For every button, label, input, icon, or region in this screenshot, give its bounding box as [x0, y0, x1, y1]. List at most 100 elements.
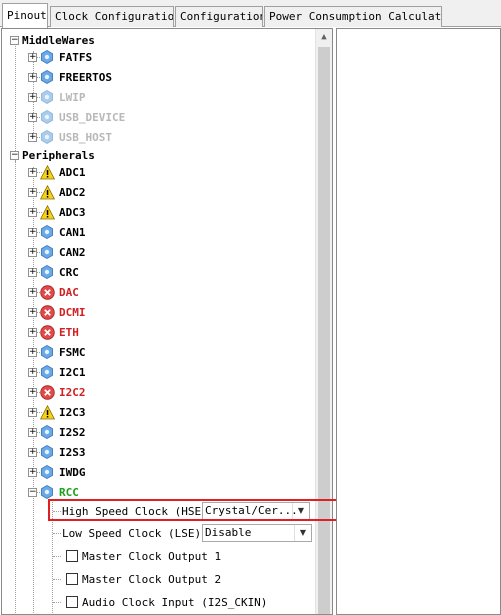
gear-icon — [40, 69, 55, 85]
scroll-up-icon[interactable]: ▲ — [316, 29, 332, 46]
tree-item-usb-host[interactable]: + USB_HOST — [28, 127, 112, 147]
mco2-label: Master Clock Output 2 — [82, 572, 222, 586]
gear-icon — [40, 244, 55, 260]
expand-icon[interactable]: + — [28, 347, 37, 357]
error-icon — [40, 284, 55, 300]
tree-item-label: I2C3 — [59, 405, 86, 419]
gear-icon — [40, 464, 55, 480]
tree-item-i2c3[interactable]: + I2C3 — [28, 402, 86, 422]
expand-icon[interactable]: + — [28, 207, 37, 217]
expand-icon[interactable]: + — [28, 132, 37, 142]
tree-item-label: ADC1 — [59, 165, 86, 179]
error-icon — [40, 304, 55, 320]
mco2-checkbox[interactable] — [66, 573, 78, 585]
collapse-icon[interactable]: − — [10, 150, 19, 160]
expand-icon[interactable]: + — [28, 427, 37, 437]
tree-item-freertos[interactable]: + FREERTOS — [28, 67, 112, 87]
tree-item-label: I2C1 — [59, 365, 86, 379]
tree-item-label: USB_DEVICE — [59, 110, 126, 124]
component-tree[interactable]: − MiddleWares − Peripherals High Speed C… — [1, 28, 333, 615]
tree-item-label: FATFS — [59, 50, 93, 64]
tree-item-dcmi[interactable]: + DCMI — [28, 302, 86, 322]
i2s-ckin-label: Audio Clock Input (I2S_CKIN) — [82, 595, 268, 609]
mco1-label: Master Clock Output 1 — [82, 549, 222, 563]
tree-item-eth[interactable]: + ETH — [28, 322, 79, 342]
scrollbar-thumb[interactable] — [318, 47, 330, 614]
tree-item-i2s2[interactable]: + I2S2 — [28, 422, 86, 442]
tree-item-lwip[interactable]: + LWIP — [28, 87, 86, 107]
tree-item-label: CRC — [59, 265, 79, 279]
tree-item-label: CAN1 — [59, 225, 86, 239]
expand-icon[interactable]: + — [28, 227, 37, 237]
tree-item-i2c1[interactable]: + I2C1 — [28, 362, 86, 382]
tab-power-consumption-calculator[interactable]: Power Consumption Calculator — [264, 6, 442, 27]
tree-item-can1[interactable]: + CAN1 — [28, 222, 86, 242]
expand-icon[interactable]: + — [28, 92, 37, 102]
middlewares-label: MiddleWares — [22, 33, 95, 47]
expand-icon[interactable]: + — [28, 327, 37, 337]
chevron-down-icon[interactable]: ▼ — [294, 525, 311, 541]
expand-icon[interactable]: + — [28, 72, 37, 82]
expand-icon[interactable]: + — [28, 167, 37, 177]
tree-item-label: I2C2 — [59, 385, 86, 399]
gear-icon — [40, 444, 55, 460]
peripherals-label: Peripherals — [22, 148, 95, 162]
tab-bar: Pinout Clock Configuration Configuration… — [0, 0, 501, 28]
expand-icon[interactable]: + — [28, 407, 37, 417]
gear-icon — [40, 364, 55, 380]
expand-icon[interactable]: + — [28, 52, 37, 62]
tab-clock-configuration[interactable]: Clock Configuration — [50, 6, 174, 27]
gear-icon — [40, 129, 55, 145]
tab-configuration[interactable]: Configuration — [175, 6, 263, 27]
tree-item-i2c2[interactable]: + I2C2 — [28, 382, 86, 402]
expand-icon[interactable]: + — [28, 467, 37, 477]
lse-select[interactable]: Disable ▼ — [202, 524, 312, 542]
tree-item-label: FREERTOS — [59, 70, 112, 84]
tree-item-label: ADC3 — [59, 205, 86, 219]
tree-item-i2s3[interactable]: + I2S3 — [28, 442, 86, 462]
tree-item-label: ETH — [59, 325, 79, 339]
tree-item-fatfs[interactable]: + FATFS — [28, 47, 92, 67]
tree-item-label: RCC — [59, 485, 79, 499]
hse-highlight-box — [48, 499, 379, 521]
tree-item-dac[interactable]: + DAC — [28, 282, 79, 302]
gear-icon — [40, 49, 55, 65]
lse-value: Disable — [205, 526, 252, 539]
tree-item-can2[interactable]: + CAN2 — [28, 242, 86, 262]
mco1-row[interactable]: Master Clock Output 1 — [66, 545, 221, 567]
error-icon — [40, 324, 55, 340]
expand-icon[interactable]: + — [28, 247, 37, 257]
expand-icon[interactable]: + — [28, 307, 37, 317]
tree-item-usb-device[interactable]: + USB_DEVICE — [28, 107, 125, 127]
i2s-ckin-checkbox[interactable] — [66, 596, 78, 608]
tree-item-adc3[interactable]: + ADC3 — [28, 202, 86, 222]
tree-item-adc2[interactable]: + ADC2 — [28, 182, 86, 202]
warning-icon — [39, 204, 56, 220]
gear-icon — [40, 109, 55, 125]
tree-item-iwdg[interactable]: + IWDG — [28, 462, 86, 482]
tree-item-label: I2S2 — [59, 425, 86, 439]
tree-item-label: ADC2 — [59, 185, 86, 199]
expand-icon[interactable]: + — [28, 112, 37, 122]
expand-icon[interactable]: + — [28, 287, 37, 297]
mco2-row[interactable]: Master Clock Output 2 — [66, 568, 221, 590]
expand-icon[interactable]: + — [28, 187, 37, 197]
vertical-scrollbar[interactable]: ▲ — [315, 29, 332, 614]
chip-view-panel[interactable] — [336, 28, 501, 615]
collapse-icon[interactable]: − — [10, 35, 19, 45]
i2s-ckin-row[interactable]: Audio Clock Input (I2S_CKIN) — [66, 591, 267, 613]
mco1-checkbox[interactable] — [66, 550, 78, 562]
expand-icon[interactable]: + — [28, 367, 37, 377]
tree-item-crc[interactable]: + CRC — [28, 262, 79, 282]
gear-icon — [40, 89, 55, 105]
expand-icon[interactable]: + — [28, 387, 37, 397]
collapse-icon[interactable]: − — [28, 487, 37, 497]
tree-item-adc1[interactable]: + ADC1 — [28, 162, 86, 182]
error-icon — [40, 384, 55, 400]
tab-pinout[interactable]: Pinout — [2, 3, 48, 28]
tree-item-fsmc[interactable]: + FSMC — [28, 342, 86, 362]
gear-icon — [40, 264, 55, 280]
expand-icon[interactable]: + — [28, 267, 37, 277]
gear-icon — [40, 344, 55, 360]
expand-icon[interactable]: + — [28, 447, 37, 457]
